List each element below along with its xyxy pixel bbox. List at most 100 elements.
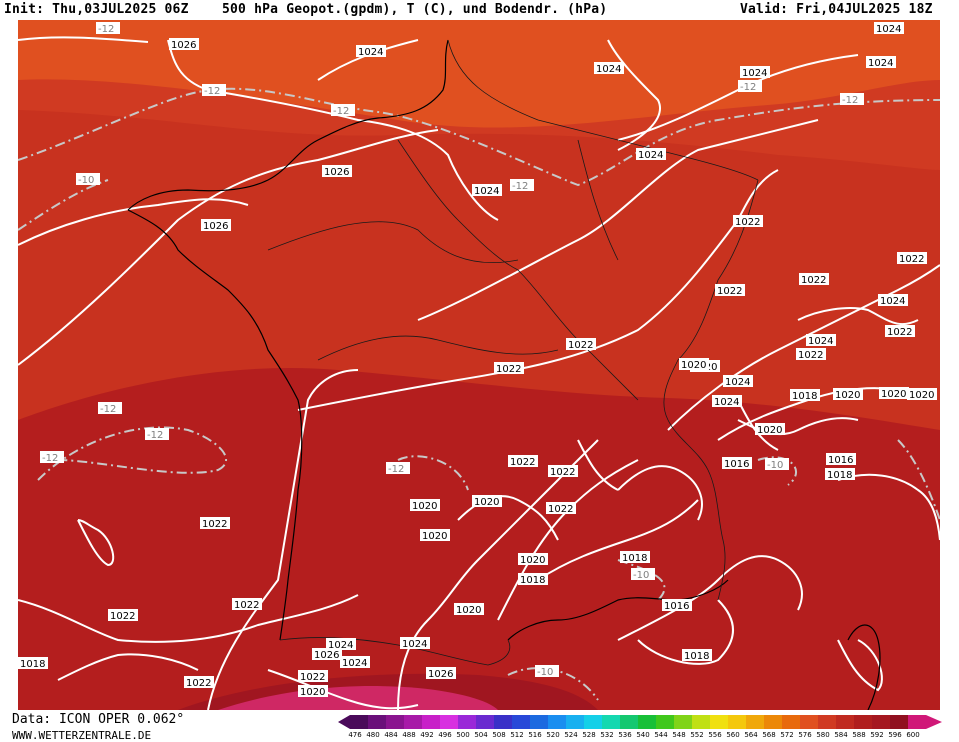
svg-text:-12: -12 [388,464,404,475]
isobar-label: 1018 [620,551,650,564]
scale-tick-label: 564 [744,731,758,739]
scale-tick-label: 484 [384,731,398,739]
scale-tick-label: 532 [600,731,614,739]
scale-tick-label: 584 [834,731,848,739]
scale-swatch [782,715,800,729]
svg-text:1020: 1020 [835,390,860,401]
svg-text:1024: 1024 [342,658,367,669]
scale-swatch [476,715,494,729]
isobar-label: 1022 [232,598,262,611]
scale-tick-label: 560 [726,731,740,739]
color-scale-ticks: 476 480 484 488 492 496 500 504 508 512 516 520 524 5… [343,731,943,741]
scale-swatch [494,715,512,729]
svg-text:1020: 1020 [520,555,545,566]
isobar-label: 1016 [722,457,752,470]
isobar-label: 1022 [566,338,596,351]
temperature-label: -10 [76,173,100,186]
scale-tick-label: 548 [672,731,686,739]
isobar-label: 1026 [426,667,456,680]
isobar-label: 1022 [733,215,763,228]
scale-tick-label: 572 [780,731,794,739]
isobar-label: 1022 [897,252,927,265]
isobar-label: 1024 [723,375,753,388]
svg-text:1026: 1026 [324,167,349,178]
svg-text:1018: 1018 [792,391,817,402]
isobar-label: 1022 [508,455,538,468]
scale-tick-label: 528 [582,731,596,739]
isobar-label: 1020 [298,685,328,698]
svg-text:1020: 1020 [422,531,447,542]
svg-text:1024: 1024 [402,639,427,650]
website: WWW.WETTERZENTRALE.DE [12,729,152,742]
isobar-label: 1016 [826,453,856,466]
svg-text:1024: 1024 [876,24,901,35]
temperature-label: -12 [96,22,120,35]
isobar-label: 1022 [799,273,829,286]
isobar-label: 1018 [825,468,855,481]
svg-text:1020: 1020 [757,425,782,436]
svg-text:1022: 1022 [568,340,593,351]
svg-text:1016: 1016 [724,459,749,470]
svg-text:1022: 1022 [510,457,535,468]
isobar-label: 1026 [312,648,342,661]
scale-tick-label: 476 [348,731,362,739]
svg-text:1018: 1018 [622,553,647,564]
svg-text:1020: 1020 [474,497,499,508]
isobar-label: 1024 [712,395,742,408]
scale-swatch [584,715,602,729]
color-scale-bar [338,715,942,729]
temperature-label: -12 [738,80,762,93]
isobar-label: 1020 [420,529,450,542]
temperature-label: -10 [535,665,559,678]
scale-swatch [548,715,566,729]
scale-swatch [692,715,710,729]
isobar-label: 1018 [682,649,712,662]
scale-swatch [440,715,458,729]
temperature-label: -12 [510,179,534,192]
isobar-label: 1018 [790,389,820,402]
scale-swatch [512,715,530,729]
scale-swatch [908,715,926,729]
temperature-label: -12 [98,402,122,415]
scale-tick-label: 600 [906,731,920,739]
scale-tick-label: 580 [816,731,830,739]
svg-text:1022: 1022 [202,519,227,530]
scale-swatch [458,715,476,729]
chart-header: Init: Thu,03JUL2025 06Z 500 hPa Geopot.(… [0,0,959,20]
svg-text:1024: 1024 [358,47,383,58]
isobar-label: 1024 [806,334,836,347]
isobar-label: 1024 [400,637,430,650]
isobar-label: 1022 [494,362,524,375]
temperature-label: -12 [40,451,64,464]
scale-tick-label: 504 [474,731,488,739]
scale-swatch [836,715,854,729]
svg-text:-12: -12 [333,106,349,117]
scale-swatch [818,715,836,729]
temperature-label: -12 [202,84,226,97]
scale-swatch [530,715,548,729]
svg-text:-10: -10 [78,175,94,186]
svg-text:1020: 1020 [881,389,906,400]
scale-tick-label: 500 [456,731,470,739]
svg-text:1026: 1026 [203,221,228,232]
isobar-label: 1020 [833,388,863,401]
isobar-label: 1020 [879,387,909,400]
scale-swatch [638,715,656,729]
isobar-label: 1022 [548,465,578,478]
scale-tick-label: 508 [492,731,506,739]
svg-text:1022: 1022 [899,254,924,265]
init-time: Init: Thu,03JUL2025 06Z [4,2,189,17]
svg-text:1018: 1018 [20,659,45,670]
svg-text:1022: 1022 [798,350,823,361]
map-canvas: 102610241024 102410241024102610241026 1022… [18,20,940,710]
scale-swatch [674,715,692,729]
svg-text:1022: 1022 [234,600,259,611]
scale-tick-label: 568 [762,731,776,739]
svg-text:1022: 1022 [550,467,575,478]
isobar-label: 1026 [169,38,199,51]
isobar-label: 1024 [356,45,386,58]
svg-text:1018: 1018 [827,470,852,481]
scale-swatch [404,715,422,729]
scale-tick-label: 496 [438,731,452,739]
scale-swatch [800,715,818,729]
